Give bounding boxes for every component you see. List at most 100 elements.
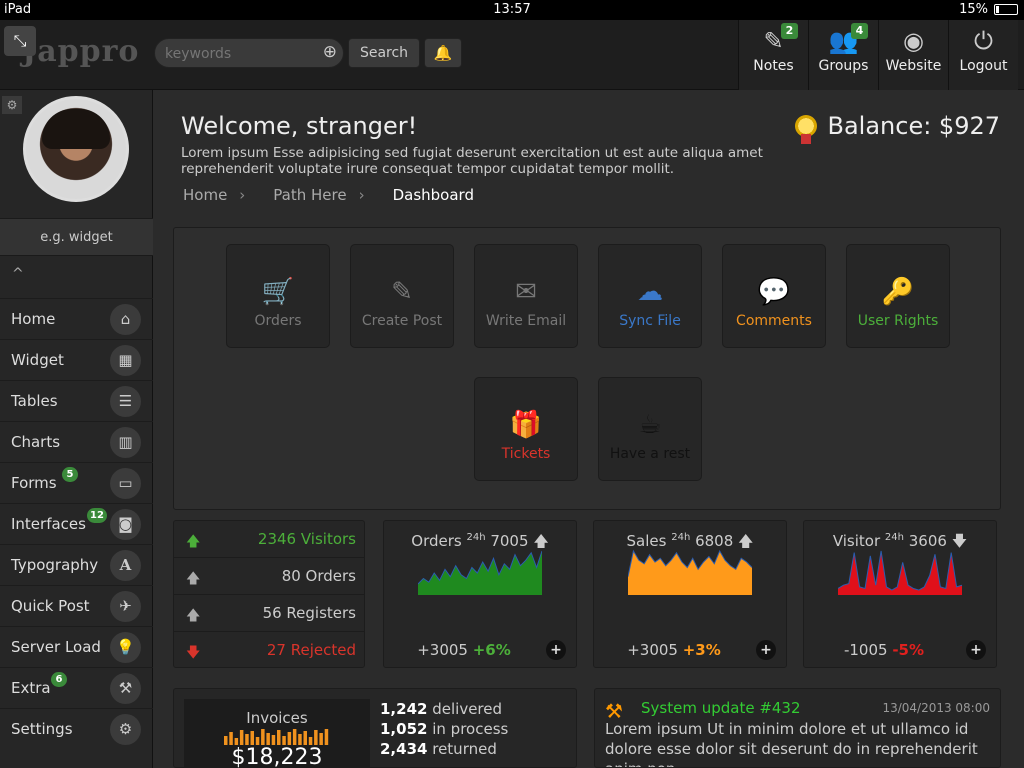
sidebar-item-extra[interactable]: Extra 6 ⚒ bbox=[0, 667, 153, 708]
arrow-down-icon: 🡇 bbox=[186, 645, 201, 661]
sidebar-item-forms[interactable]: Forms 5 ▭ bbox=[0, 462, 153, 503]
shortcut-create-post[interactable]: ✎ Create Post bbox=[350, 244, 454, 348]
medal-icon bbox=[795, 115, 818, 144]
profile-settings-icon[interactable]: ⚙ bbox=[2, 96, 22, 114]
chevron-up-icon[interactable]: ^ bbox=[12, 266, 24, 282]
sidebar-item-widget[interactable]: Widget ▦ bbox=[0, 339, 153, 380]
shortcut-sync-file[interactable]: ☁ Sync File bbox=[598, 244, 702, 348]
spark-footer: -1005 -5% bbox=[804, 641, 964, 659]
news-panel: ⚒ System update #432 13/04/2013 08:00 Lo… bbox=[594, 688, 1001, 768]
top-nav: ✎ Notes 2 👥 Groups 4 ◉ Website ⏻ Logout bbox=[738, 20, 1018, 90]
sparkline bbox=[628, 549, 752, 595]
collapse-icon[interactable]: ⤡ bbox=[4, 26, 36, 56]
eye-icon: ◉ bbox=[903, 27, 924, 55]
invoice-bar bbox=[319, 733, 323, 745]
plus-icon[interactable]: + bbox=[546, 640, 566, 660]
invoice-bar bbox=[229, 732, 233, 745]
breadcrumb-home[interactable]: Home bbox=[183, 186, 227, 204]
invoice-bar bbox=[308, 737, 313, 745]
sidebar-item-tables[interactable]: Tables ☰ bbox=[0, 380, 153, 421]
spark-foot-value: +3005 bbox=[627, 641, 678, 659]
nav-website[interactable]: ◉ Website bbox=[878, 20, 948, 90]
invoice-delivered: 1,242 delivered bbox=[380, 699, 508, 719]
stat-row[interactable]: 🡇 27 Rejected bbox=[174, 632, 364, 669]
shortcut-write-email[interactable]: ✉ Write Email bbox=[474, 244, 578, 348]
spark-foot-value: -1005 bbox=[843, 641, 888, 659]
nav-label: Notes bbox=[753, 58, 794, 74]
spark-orders: Orders 24h 7005 🡅 +3005 +6% + bbox=[383, 520, 577, 668]
shortcut-label: Write Email bbox=[485, 313, 567, 329]
invoice-bar bbox=[298, 734, 302, 745]
envelope-icon: ✉ bbox=[515, 277, 537, 307]
spark-foot-pct: +6% bbox=[472, 641, 511, 659]
sidebar-item-quick-post[interactable]: Quick Post ✈ bbox=[0, 585, 153, 626]
news-body: Lorem ipsum Ut in minim dolore et ut ull… bbox=[605, 720, 978, 767]
sparkline bbox=[418, 550, 542, 595]
invoice-bar bbox=[282, 736, 286, 745]
notes-badge: 2 bbox=[781, 23, 798, 39]
invoice-returned: 2,434 returned bbox=[380, 739, 508, 759]
invoice-bar bbox=[239, 730, 244, 745]
search-input[interactable] bbox=[165, 44, 315, 64]
search-button[interactable]: Search bbox=[348, 38, 420, 68]
balance: Balance: $927 bbox=[795, 112, 1000, 144]
invoice-title: Invoices bbox=[246, 709, 308, 727]
spark-foot-pct: -5% bbox=[892, 641, 925, 659]
sidebar-item-server-load[interactable]: Server Load 💡 bbox=[0, 626, 153, 667]
font-icon: A bbox=[110, 550, 141, 581]
clock: 13:57 bbox=[493, 2, 531, 17]
shortcut-have-a-rest[interactable]: ☕ Have a rest bbox=[598, 377, 702, 481]
invoice-bar bbox=[324, 729, 329, 745]
stat-row[interactable]: 🡅 80 Orders bbox=[174, 558, 364, 595]
sidebar-item-interfaces[interactable]: Interfaces 12 ◙ bbox=[0, 503, 153, 544]
sidebar-item-typography[interactable]: Typography A bbox=[0, 544, 153, 585]
shortcut-orders[interactable]: 🛒 Orders bbox=[226, 244, 330, 348]
invoice-bar bbox=[255, 737, 260, 745]
sidebar-item-label: Typography bbox=[11, 556, 99, 574]
stat-row[interactable]: 🡅 56 Registers bbox=[174, 595, 364, 632]
sidebar-item-label: Home bbox=[11, 310, 56, 328]
sidebar-item-charts[interactable]: Charts ▥ bbox=[0, 421, 153, 462]
search-field[interactable]: ⊕ bbox=[154, 38, 344, 68]
shortcut-user-rights[interactable]: 🔑 User Rights bbox=[846, 244, 950, 348]
nav-groups[interactable]: 👥 Groups 4 bbox=[808, 20, 878, 90]
spark-footer: +3005 +3% bbox=[594, 641, 754, 659]
sidebar-item-label: Tables bbox=[11, 392, 58, 410]
nav-logout[interactable]: ⏻ Logout bbox=[948, 20, 1018, 90]
page-intro: Lorem ipsum Esse adipisicing sed fugiat … bbox=[181, 145, 763, 177]
spark-title-text: Visitor bbox=[832, 532, 881, 550]
hammer-icon: ⚒ bbox=[110, 673, 141, 704]
sidebar-item-settings[interactable]: Settings ⚙ bbox=[0, 708, 153, 749]
invoice-bar bbox=[303, 731, 307, 745]
power-icon: ⏻ bbox=[974, 27, 993, 55]
avatar[interactable] bbox=[23, 96, 129, 202]
shortcut-comments[interactable]: 💬 Comments bbox=[722, 244, 826, 348]
home-icon: ⌂ bbox=[110, 304, 141, 335]
bell-icon[interactable]: 🔔 bbox=[424, 38, 462, 68]
process-label: in process bbox=[432, 720, 509, 738]
news-title[interactable]: System update #432 bbox=[641, 699, 801, 717]
stat-value: 27 Rejected bbox=[266, 641, 356, 659]
plus-icon[interactable]: + bbox=[756, 640, 776, 660]
nav-notes[interactable]: ✎ Notes 2 bbox=[738, 20, 808, 90]
stat-row[interactable]: 🡅 2346 Visitors bbox=[174, 521, 364, 558]
sidebar-item-home[interactable]: Home ⌂ bbox=[0, 298, 153, 339]
invoice-bars bbox=[224, 729, 329, 745]
sidebar-item-label: Quick Post bbox=[11, 597, 90, 615]
shortcut-label: Tickets bbox=[501, 446, 551, 462]
breadcrumb-current: Dashboard bbox=[392, 186, 474, 204]
cloud-upload-icon: ☁ bbox=[637, 277, 663, 307]
invoice-bar bbox=[261, 729, 265, 745]
bar-chart-icon: ▥ bbox=[110, 427, 141, 458]
zoom-in-icon[interactable]: ⊕ bbox=[323, 42, 337, 62]
sidebar-menu: Home ⌂ Widget ▦ Tables ☰ Charts ▥ Forms … bbox=[0, 298, 153, 749]
shortcut-tickets[interactable]: 🎁 Tickets bbox=[474, 377, 578, 481]
nav-label: Groups bbox=[818, 58, 869, 74]
page-title: Welcome, stranger! bbox=[181, 112, 418, 140]
battery-percent: 15% bbox=[959, 2, 988, 17]
breadcrumb-path[interactable]: Path Here bbox=[273, 186, 346, 204]
spark-period: 24h bbox=[884, 532, 904, 543]
plus-icon[interactable]: + bbox=[966, 640, 986, 660]
invoice-bar bbox=[250, 731, 254, 745]
balance-value: Balance: $927 bbox=[827, 112, 1000, 140]
